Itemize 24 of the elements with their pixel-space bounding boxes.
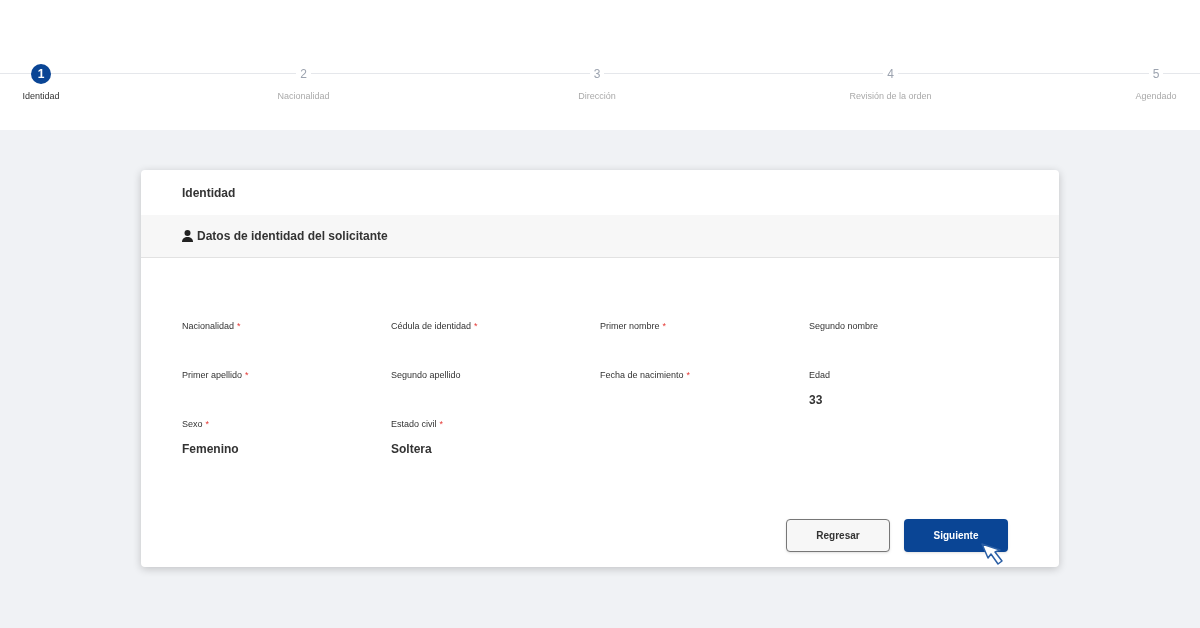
step-label: Nacionalidad bbox=[277, 90, 330, 103]
step-label: Agendado bbox=[1135, 90, 1177, 103]
step-label: Dirección bbox=[578, 90, 616, 103]
field-label: Sexo * bbox=[182, 418, 211, 431]
field-label: Fecha de nacimiento * bbox=[600, 369, 692, 382]
field-value: Femenino bbox=[182, 440, 240, 458]
field-value: 33 bbox=[809, 391, 824, 409]
next-button[interactable]: Siguiente bbox=[904, 519, 1008, 552]
field-label: Primer apellido * bbox=[182, 369, 250, 382]
field-label: Edad bbox=[809, 369, 832, 382]
step-label: Revisión de la orden bbox=[849, 90, 932, 103]
back-button[interactable]: Regresar bbox=[786, 519, 890, 552]
field-label: Primer nombre * bbox=[600, 320, 668, 333]
field-label: Cédula de identidad * bbox=[391, 320, 479, 333]
field-label: Nacionalidad * bbox=[182, 320, 242, 333]
person-icon bbox=[182, 230, 193, 242]
field-label: Segundo nombre bbox=[809, 320, 880, 333]
field-value: Soltera bbox=[391, 440, 433, 458]
step-number: 1 bbox=[31, 64, 51, 84]
card-title: Identidad bbox=[182, 184, 236, 202]
step-label: Identidad bbox=[22, 90, 60, 103]
field-label: Segundo apellido bbox=[391, 369, 462, 382]
section-title: Datos de identidad del solicitante bbox=[197, 228, 388, 245]
field-label: Estado civil * bbox=[391, 418, 445, 431]
